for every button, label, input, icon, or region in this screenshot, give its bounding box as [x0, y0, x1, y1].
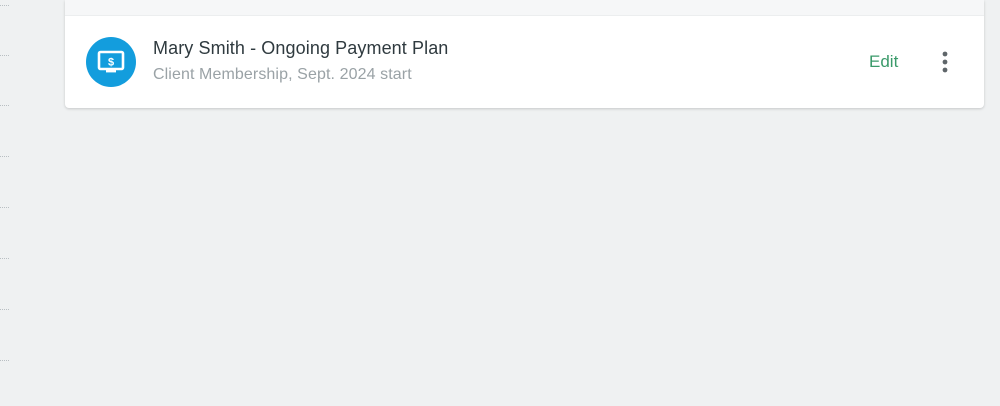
guide-mark [0, 105, 9, 106]
card-header-strip [65, 0, 984, 16]
guide-mark [0, 258, 9, 259]
payment-plan-title: Mary Smith - Ongoing Payment Plan [153, 38, 449, 58]
payment-plan-icon-glyph: $ [97, 50, 125, 73]
more-options-button[interactable] [931, 48, 959, 76]
guide-mark [0, 5, 9, 6]
payment-plan-subtitle: Client Membership, Sept. 2024 start [153, 66, 412, 83]
guide-mark [0, 156, 9, 157]
page: $ Mary Smith - Ongoing Payment Plan Clie… [0, 0, 1000, 406]
guide-mark [0, 207, 9, 208]
more-vertical-icon [942, 51, 948, 73]
payment-plan-icon: $ [86, 37, 136, 87]
guide-mark [0, 360, 9, 361]
edit-button[interactable]: Edit [869, 52, 898, 72]
guide-marks [0, 0, 12, 406]
payment-plan-card: $ Mary Smith - Ongoing Payment Plan Clie… [65, 0, 984, 108]
guide-mark [0, 55, 9, 56]
svg-text:$: $ [108, 57, 114, 69]
guide-mark [0, 309, 9, 310]
payment-plan-row[interactable]: $ Mary Smith - Ongoing Payment Plan Clie… [65, 16, 984, 108]
